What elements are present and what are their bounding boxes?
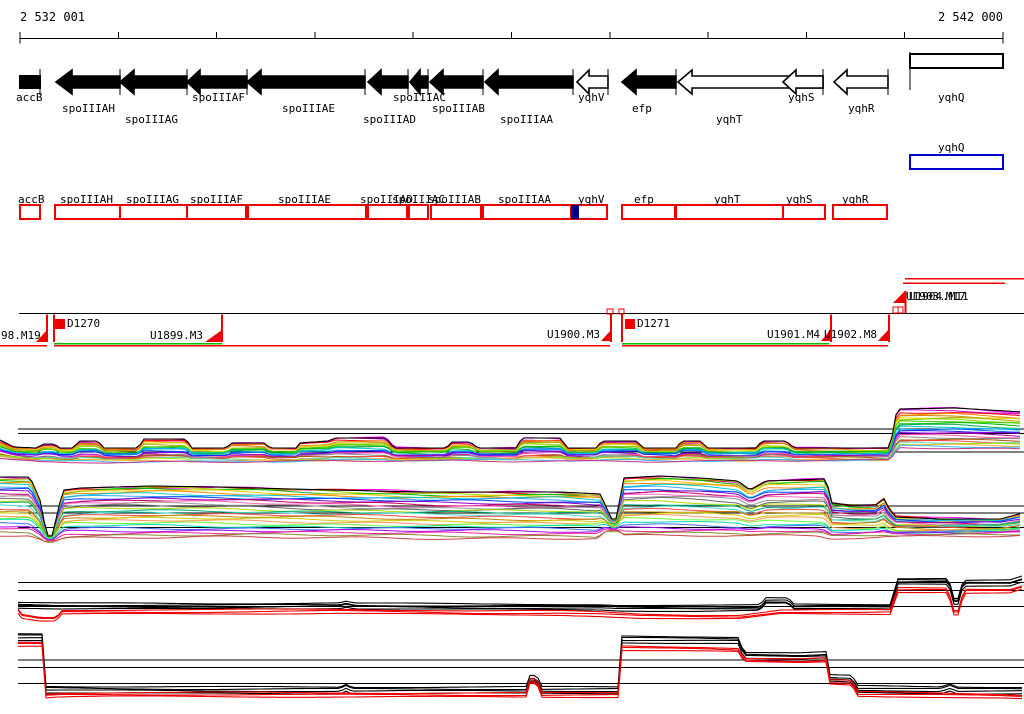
cds-label-spoIIIAA: spoIIIAA [498,193,551,206]
tracks-canvas: accB spoIIIAH spoIIIAG spoIIIAF spoIIIAE spoI… [0,32,1024,700]
ruler [19,32,1004,44]
gene-glyph-spoIIIAG[interactable] [118,68,188,96]
cds-label-accB: accB [18,193,45,206]
segment-label[interactable]: D1270 [67,317,100,330]
gene-label-yqhS: yqhS [788,91,815,104]
segment-triangle[interactable] [893,291,905,303]
cds-label-spoIIIAE: spoIIIAE [278,193,331,206]
selected-probe-box[interactable] [571,205,579,219]
cds-box-spoIIIAF[interactable] [186,204,247,220]
gene-label-yqhT: yqhT [716,113,743,126]
gene-label-spoIIIAA: spoIIIAA [500,113,553,126]
track-expression-selected-upper [17,575,1024,622]
cds-box-spoIIIAH[interactable] [54,204,121,220]
segment-label[interactable]: U1904.M11 [909,290,969,303]
cds-label-spoIIIAB: spoIIIAB [428,193,481,206]
segment-label[interactable]: D1271 [637,317,670,330]
track-expression-all-conditions-lower [0,475,1024,543]
gene-track: accB spoIIIAH spoIIIAG spoIIIAF spoIIIAE spoI… [16,52,1004,126]
segment-start-square[interactable] [55,319,65,329]
gene-label-yqhR: yqhR [848,102,875,115]
segment-label[interactable]: 98.M19 [1,329,41,342]
gene-label-spoIIIAB: spoIIIAB [432,102,485,115]
cds-label-spoIIIAG: spoIIIAG [126,193,179,206]
gene-label-spoIIIAG: spoIIIAG [125,113,178,126]
cds-box-yqhR[interactable] [832,204,888,220]
cds-box-spoIIIAA[interactable] [482,204,572,220]
cds-label-yqhS: yqhS [786,193,813,206]
gene-label-yqhQ: yqhQ [938,91,965,104]
gene-label-spoIIIAF: spoIIIAF [192,91,245,104]
segment-label[interactable]: U1902.M8 [824,328,877,341]
blue-feature-label: yqhQ [938,141,965,154]
cds-label-efp: efp [634,193,654,206]
genome-browser-view: 2 532 001 2 542 000 accB spoIIIAH spoIIIAG… [0,0,1024,714]
segment-track: 98.M19 D1270 U1899.M3 U1900.M3 D1271 U1901.M4… [0,277,1024,347]
gene-label-efp: efp [632,102,652,115]
cds-label-spoIIIAF: spoIIIAF [190,193,243,206]
cds-box-yqhS[interactable] [782,204,826,220]
gene-glyph-efp[interactable] [620,68,677,96]
cds-label-spoIIIAH: spoIIIAH [60,193,113,206]
gene-glyph-spoIIIAH[interactable] [54,68,121,96]
cds-label-yqhT: yqhT [714,193,741,206]
gene-glyph-spoIIIAE[interactable] [245,68,366,96]
expression-series [17,641,1023,697]
cds-label-yqhV: yqhV [578,193,605,206]
track-expression-all-conditions-upper [0,406,1024,464]
blue-feature-box[interactable] [909,154,1004,170]
gene-label-spoIIIAE: spoIIIAE [282,102,335,115]
segment-triangle[interactable] [205,330,222,342]
expression-series [0,412,1021,452]
segment-triangle[interactable] [878,329,889,341]
cds-box-spoIIIAC[interactable] [408,204,429,220]
cds-box-efp[interactable] [621,204,676,220]
cds-label-yqhR: yqhR [842,193,869,206]
expression-series [17,633,1022,689]
gene-glyph-spoIIIAA[interactable] [483,68,574,96]
gene-glyph-accB[interactable] [19,75,41,89]
blue-feature-track: yqhQ [909,141,1004,170]
cds-box-yqhT[interactable] [675,204,784,220]
gene-glyph-yqhQ[interactable] [909,53,1004,69]
gene-glyph-spoIIIAB[interactable] [428,68,484,96]
gene-label-spoIIIAD: spoIIIAD [363,113,416,126]
segment-label[interactable]: U1901.M4 [767,328,820,341]
cds-box-accB[interactable] [19,204,41,220]
expression-series [18,634,1022,691]
segment-marker-square [897,306,904,314]
segment-label[interactable]: U1900.M3 [547,328,600,341]
cds-box-spoIIIAD[interactable] [367,204,408,220]
gene-label-yqhV: yqhV [578,91,605,104]
gene-label-spoIIIAH: spoIIIAH [62,102,115,115]
gene-label-accB: accB [16,91,43,104]
track-expression-selected-lower [17,633,1024,700]
cds-box-spoIIIAG[interactable] [119,204,188,220]
segment-start-square[interactable] [625,319,635,329]
cds-box-spoIIIAE[interactable] [247,204,367,220]
gene-glyph-yqhR[interactable] [832,68,889,96]
cds-box-spoIIIAB[interactable] [430,204,482,220]
segment-label[interactable]: U1899.M3 [150,329,203,342]
segment-marker-square [892,306,899,314]
cds-box-track: accB spoIIIAH spoIIIAG spoIIIAF spoIIIAE spoI… [18,193,888,220]
expression-series [0,412,1021,452]
expression-series [17,581,1023,612]
